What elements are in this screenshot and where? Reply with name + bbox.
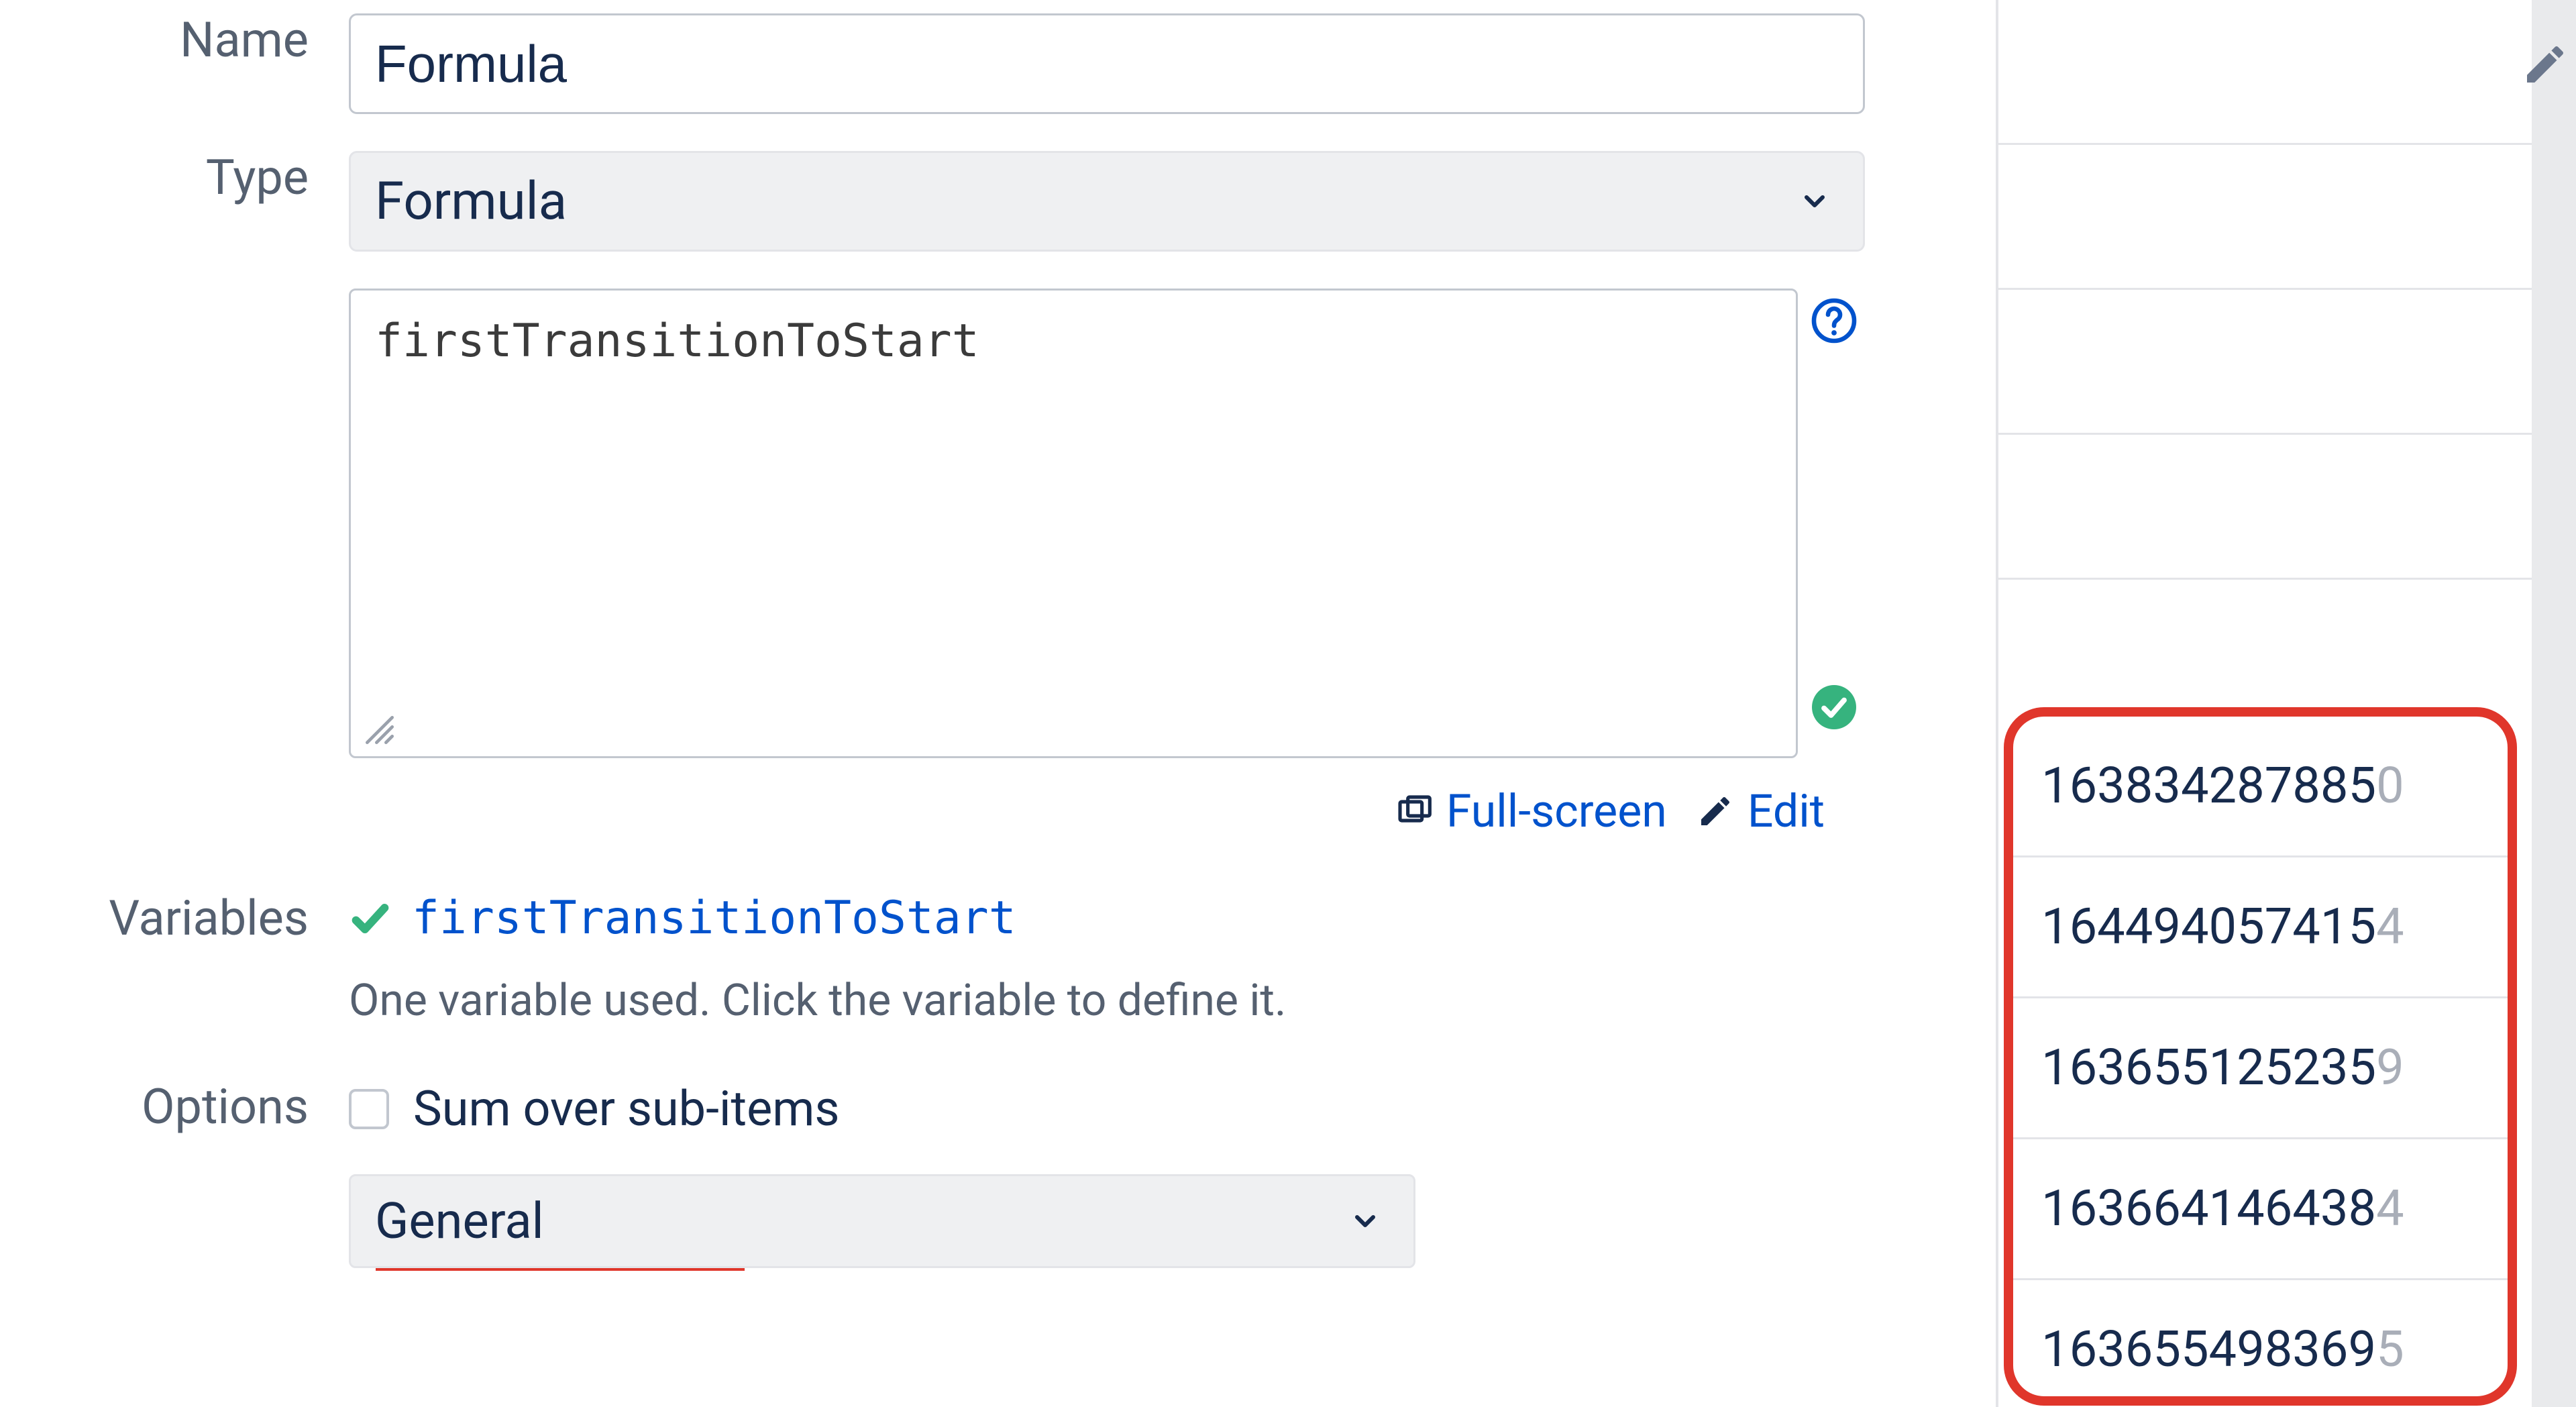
variables-label: Variables — [0, 892, 349, 945]
chevron-down-icon — [1799, 185, 1831, 217]
type-select-value: Formula — [375, 171, 567, 232]
form-panel: Name Type Formula — [0, 0, 1996, 1407]
result-cell: 1638342878850 — [2013, 717, 2508, 857]
result-row-empty — [1998, 0, 2576, 145]
edit-link[interactable]: Edit — [1697, 784, 1825, 838]
vertical-scrollbar[interactable] — [2532, 0, 2576, 1407]
check-circle-icon — [1810, 683, 1858, 731]
fullscreen-link[interactable]: Full-screen — [1395, 784, 1667, 838]
formula-editor[interactable] — [349, 289, 1798, 758]
sum-checkbox[interactable] — [349, 1089, 389, 1129]
results-panel: 1638342878850 1644940574154 163655125235… — [1996, 0, 2576, 1407]
variable-link[interactable]: firstTransitionToStart — [412, 892, 1016, 945]
pencil-icon[interactable] — [2521, 40, 2569, 89]
result-row-empty — [1998, 290, 2576, 435]
editor-links: Full-screen Edit — [376, 784, 1825, 838]
fullscreen-icon — [1395, 792, 1433, 830]
name-input[interactable] — [349, 13, 1865, 114]
edit-label: Edit — [1748, 784, 1825, 838]
pencil-icon — [1697, 792, 1734, 830]
format-select[interactable]: General — [349, 1174, 1415, 1268]
result-row-empty — [1998, 145, 2576, 290]
options-label: Options — [0, 1080, 349, 1133]
result-cell: 1636641464384 — [2013, 1139, 2508, 1280]
sum-checkbox-label: Sum over sub-items — [413, 1080, 840, 1137]
format-select-value: General — [375, 1192, 544, 1251]
annotation-highlight-box: 1638342878850 1644940574154 163655125235… — [2004, 707, 2517, 1406]
fullscreen-label: Full-screen — [1446, 784, 1667, 838]
result-cell: 1636554983695 — [2013, 1280, 2508, 1406]
chevron-down-icon — [1349, 1205, 1381, 1237]
name-label: Name — [0, 13, 349, 66]
type-label: Type — [0, 151, 349, 204]
result-row-empty — [1998, 435, 2576, 580]
result-cell: 1636551252359 — [2013, 998, 2508, 1139]
help-icon[interactable] — [1810, 297, 1858, 345]
check-icon — [349, 897, 392, 940]
result-cell: 1644940574154 — [2013, 857, 2508, 998]
type-select[interactable]: Formula — [349, 151, 1865, 252]
variables-hint: One variable used. Click the variable to… — [349, 975, 1888, 1027]
